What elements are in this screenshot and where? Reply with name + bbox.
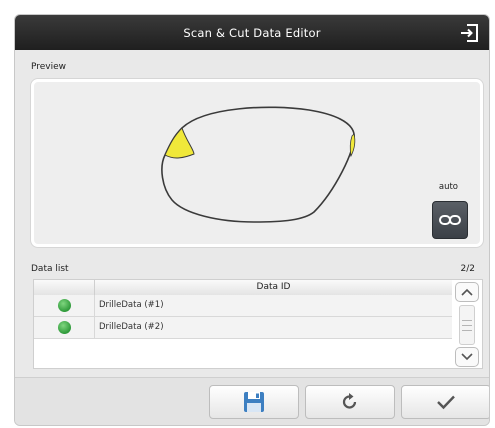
title-bar: Scan & Cut Data Editor [15,15,489,50]
checkmark-icon [437,395,455,410]
data-list-label: Data list [31,264,69,274]
refresh-button[interactable] [305,385,395,419]
lens-shape-preview [161,106,356,223]
auto-label: auto [438,182,458,192]
data-count: 2/2 [460,264,475,274]
scroll-up-button[interactable] [455,282,479,302]
data-id-cell: DrilleData (#2) [99,322,164,332]
status-cell [34,317,95,338]
confirm-button[interactable] [401,385,489,419]
cut-highlight-left [164,127,195,159]
window-title: Scan & Cut Data Editor [183,25,321,40]
status-indicator [57,321,71,334]
exit-button[interactable] [457,22,481,44]
preview-panel: auto [31,79,483,247]
chevron-down-icon [461,353,473,361]
link-icon [439,215,461,225]
exit-icon [461,24,478,42]
table-row[interactable]: DrilleData (#1) [34,295,452,317]
save-button[interactable] [209,385,299,419]
editor-window: Scan & Cut Data Editor Preview auto Data… [14,14,490,426]
table-header: Data ID [34,280,452,296]
refresh-icon [342,393,357,409]
status-cell [34,295,95,316]
lens-outline [161,106,355,223]
scroll-thumb[interactable] [459,305,475,345]
scroll-down-button[interactable] [455,347,479,367]
column-header-status [34,280,95,295]
status-indicator [57,299,71,312]
chevron-up-icon [461,288,473,296]
column-header-data-id: Data ID [256,282,291,292]
action-bar [15,378,489,425]
table-row[interactable]: DrilleData (#2) [34,317,452,339]
auto-link-button[interactable] [432,201,468,239]
data-table: Data ID DrilleData (#1) DrilleData (#2) [33,279,483,369]
save-icon [244,392,264,412]
preview-label: Preview [31,62,67,72]
cut-highlight-right [349,133,356,158]
list-scrollbar[interactable] [453,281,481,367]
data-id-cell: DrilleData (#1) [99,300,164,310]
